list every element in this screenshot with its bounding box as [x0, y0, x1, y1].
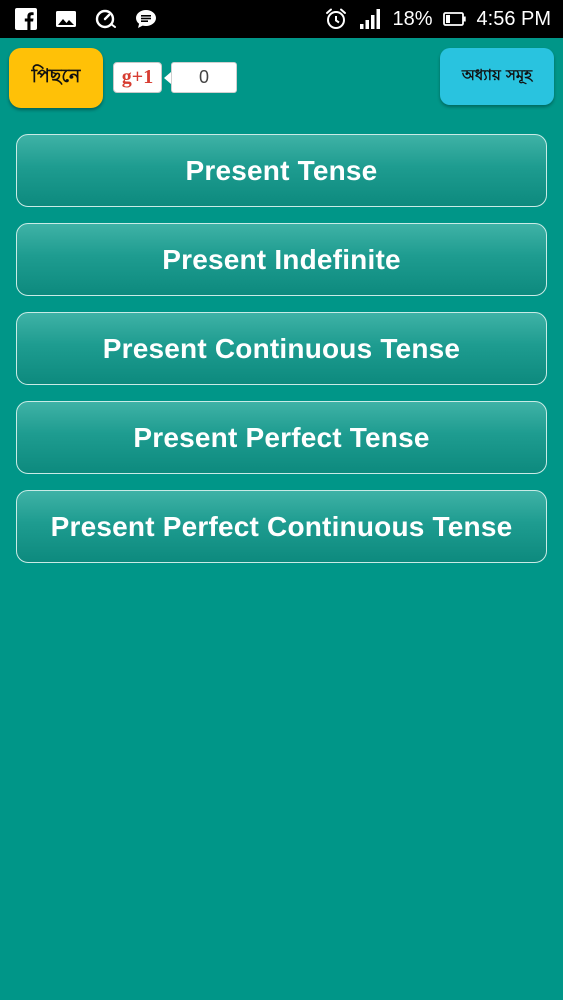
count-bubble-arrow [164, 71, 171, 84]
topic-button-present-tense[interactable]: Present Tense [16, 134, 547, 207]
status-bar-notifications [14, 7, 158, 31]
google-plus-icon: g+1 [121, 66, 154, 88]
google-plus-one-button[interactable]: g+1 [113, 62, 162, 93]
google-plus-count: 0 [171, 62, 237, 93]
topic-button-present-continuous[interactable]: Present Continuous Tense [16, 312, 547, 385]
alarm-icon [324, 7, 348, 31]
signal-icon [358, 7, 382, 31]
message-icon [134, 7, 158, 31]
status-bar: 18% 4:56 PM [0, 0, 563, 38]
battery-percentage: 18% [392, 7, 433, 30]
clock: 4:56 PM [476, 7, 551, 30]
status-bar-system: 18% 4:56 PM [324, 7, 551, 31]
chapters-button[interactable]: অধ্যায় সমূহ [440, 48, 554, 105]
speed-icon [94, 7, 118, 31]
battery-icon [442, 7, 467, 31]
topic-button-present-indefinite[interactable]: Present Indefinite [16, 223, 547, 296]
topic-button-present-perfect[interactable]: Present Perfect Tense [16, 401, 547, 474]
google-plus-one-widget: g+1 0 [113, 62, 237, 93]
facebook-icon [14, 7, 38, 31]
gallery-icon [54, 7, 78, 31]
topic-list: Present Tense Present Indefinite Present… [16, 134, 547, 579]
topic-button-present-perfect-continuous[interactable]: Present Perfect Continuous Tense [16, 490, 547, 563]
back-button[interactable]: পিছনে [9, 48, 103, 108]
